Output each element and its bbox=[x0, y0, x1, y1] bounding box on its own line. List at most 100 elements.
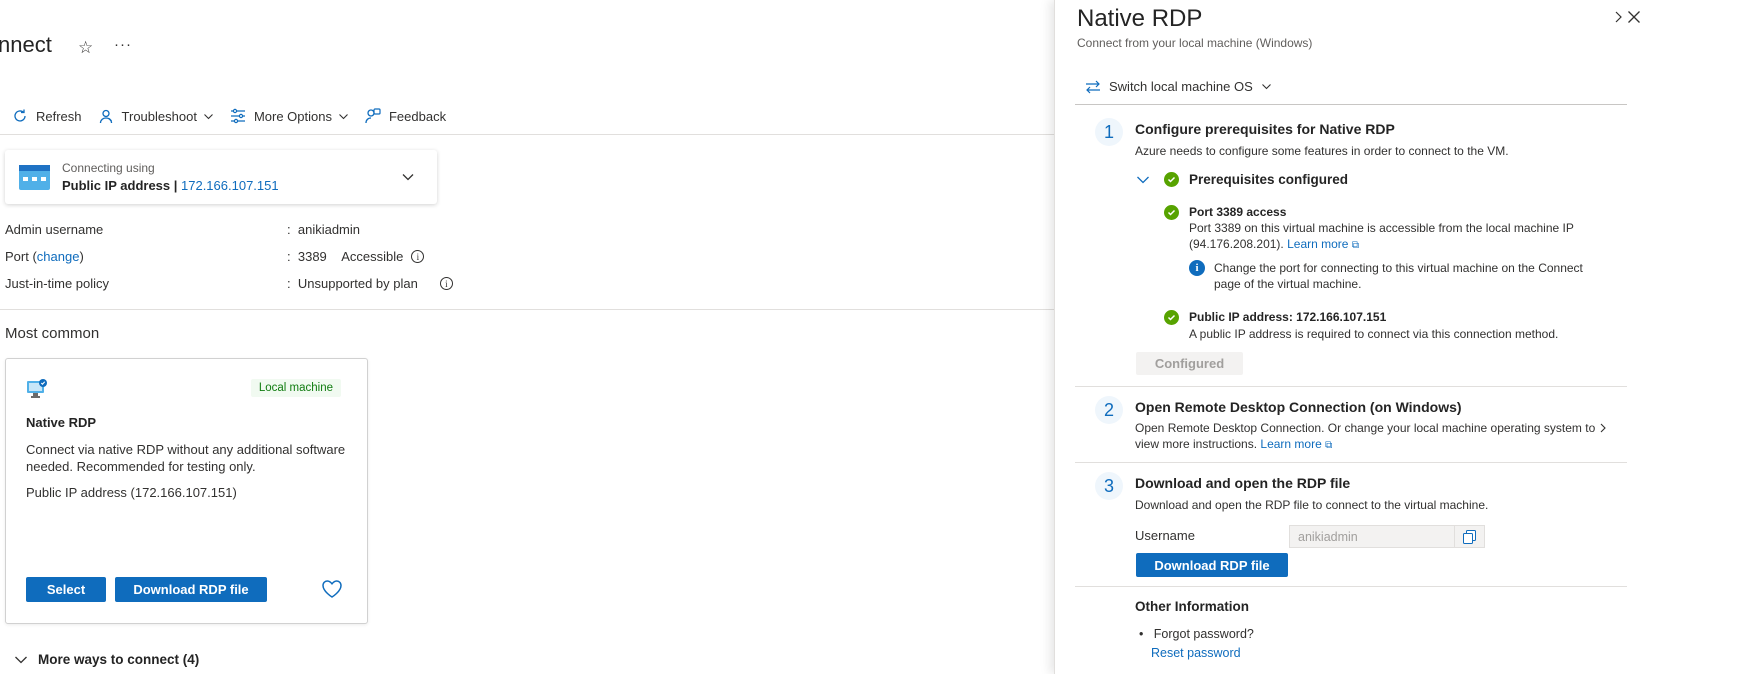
copy-button[interactable] bbox=[1454, 526, 1484, 547]
switch-os-label: Switch local machine OS bbox=[1109, 79, 1253, 94]
step-3-title: Download and open the RDP file bbox=[1135, 475, 1351, 491]
learn-more-label: Learn more bbox=[1260, 437, 1322, 451]
external-link-icon: ⧉ bbox=[1351, 240, 1359, 251]
favorite-star-icon[interactable]: ☆ bbox=[78, 38, 93, 58]
step-2-number: 2 bbox=[1095, 396, 1123, 424]
copy-icon bbox=[1463, 529, 1476, 544]
chevron-down-icon[interactable] bbox=[1136, 174, 1150, 186]
more-actions-icon[interactable]: ··· bbox=[114, 36, 132, 53]
prerequisites-header: Prerequisites configured bbox=[1189, 172, 1349, 187]
panel-divider bbox=[1075, 386, 1627, 387]
chevron-right-icon[interactable] bbox=[1600, 423, 1606, 433]
feedback-label: Feedback bbox=[388, 108, 447, 124]
step-1-number: 1 bbox=[1095, 118, 1123, 146]
port-access-desc-line1: Port 3389 on this virtual machine is acc… bbox=[1189, 221, 1574, 235]
command-toolbar: Refresh Troubleshoot More Options Feedba… bbox=[12, 104, 462, 128]
monitor-icon bbox=[27, 379, 47, 398]
more-ways-label: More ways to connect (4) bbox=[38, 652, 200, 667]
public-ip-desc: A public IP address is required to conne… bbox=[1189, 327, 1559, 341]
panel-controls bbox=[1613, 10, 1641, 24]
step-2-description-line1: Open Remote Desktop Connection. Or chang… bbox=[1135, 421, 1596, 435]
change-port-info: Change the port for connecting to this v… bbox=[1214, 261, 1583, 291]
close-icon[interactable] bbox=[1627, 10, 1641, 24]
connection-value: Public IP address | 172.166.107.151 bbox=[62, 178, 279, 193]
learn-more-label: Learn more bbox=[1287, 237, 1349, 251]
learn-more-link[interactable]: Learn more ⧉ bbox=[1260, 437, 1332, 451]
panel-divider bbox=[1075, 462, 1627, 463]
refresh-label: Refresh bbox=[36, 108, 82, 124]
chevron-down-icon bbox=[339, 113, 348, 119]
external-link-icon: ⧉ bbox=[1325, 440, 1333, 451]
username-input[interactable] bbox=[1290, 529, 1450, 544]
chevron-down-icon bbox=[204, 113, 213, 119]
card-title: Native RDP bbox=[26, 415, 97, 430]
port-number: 3389 bbox=[297, 249, 327, 264]
download-rdp-file-button[interactable]: Download RDP file bbox=[1136, 553, 1288, 577]
download-rdp-button[interactable]: Download RDP file bbox=[115, 577, 267, 602]
change-port-link[interactable]: change bbox=[37, 249, 80, 264]
most-common-heading: Most common bbox=[5, 325, 100, 342]
admin-username-text: anikiadmin bbox=[297, 222, 361, 237]
section-divider bbox=[0, 309, 1058, 310]
panel-divider bbox=[1075, 586, 1627, 587]
refresh-icon bbox=[14, 109, 26, 122]
chevron-right-icon[interactable] bbox=[1613, 10, 1623, 24]
troubleshoot-label: Troubleshoot bbox=[121, 108, 197, 124]
separator-colon: : bbox=[287, 222, 291, 237]
configured-button[interactable]: Configured bbox=[1136, 352, 1243, 375]
feedback-icon bbox=[365, 108, 381, 124]
native-rdp-card[interactable]: Local machine Native RDP Connect via nat… bbox=[5, 358, 368, 624]
step-1-title: Configure prerequisites for Native RDP bbox=[1135, 121, 1395, 137]
step-2-description-line2: view more instructions. Learn more ⧉ bbox=[1135, 436, 1332, 454]
jit-policy-label: Just-in-time policy bbox=[5, 276, 110, 291]
reset-password-link[interactable]: Reset password bbox=[1151, 646, 1241, 660]
port-label: Port (change) bbox=[5, 249, 84, 264]
switch-arrows-icon bbox=[1086, 80, 1100, 93]
success-check-icon bbox=[1164, 310, 1179, 325]
other-info-title: Other Information bbox=[1135, 599, 1249, 614]
forgot-password-item: • Forgot password? bbox=[1139, 627, 1254, 641]
learn-more-link[interactable]: Learn more ⧉ bbox=[1287, 237, 1359, 251]
settings-sliders-icon bbox=[230, 108, 245, 124]
connection-ip: 172.166.107.151 bbox=[181, 178, 279, 193]
panel-title: Native RDP bbox=[1077, 5, 1203, 32]
jit-policy-text: Unsupported by plan bbox=[297, 276, 418, 291]
select-button[interactable]: Select bbox=[26, 577, 106, 602]
panel-subtitle: Connect from your local machine (Windows… bbox=[1077, 36, 1313, 50]
troubleshoot-button[interactable]: Troubleshoot bbox=[98, 108, 214, 124]
switch-os-button[interactable]: Switch local machine OS bbox=[1085, 79, 1272, 94]
feedback-button[interactable]: Feedback bbox=[365, 108, 446, 124]
info-icon[interactable]: i bbox=[439, 277, 453, 290]
separator-colon: : bbox=[287, 249, 291, 264]
info-icon[interactable]: i bbox=[411, 250, 425, 263]
chevron-down-icon bbox=[1261, 84, 1271, 90]
card-ip-text: Public IP address (172.166.107.151) bbox=[26, 485, 237, 500]
admin-username-value: : anikiadmin bbox=[287, 222, 360, 237]
port-status: Accessible bbox=[341, 249, 404, 264]
forgot-password-text: Forgot password? bbox=[1153, 627, 1254, 641]
username-field[interactable] bbox=[1289, 525, 1485, 548]
info-icon: i bbox=[1189, 260, 1205, 276]
port-access-title: Port 3389 access bbox=[1189, 205, 1287, 219]
page-title: nnect bbox=[0, 32, 52, 57]
connection-method-dropdown[interactable]: Connecting using Public IP address | 172… bbox=[5, 150, 437, 204]
connection-label: Connecting using bbox=[62, 161, 155, 175]
step-1-description: Azure needs to configure some features i… bbox=[1135, 144, 1509, 158]
port-value: : 3389 Accessible i bbox=[287, 249, 425, 264]
success-check-icon bbox=[1164, 172, 1179, 187]
step-3-description: Download and open the RDP file to connec… bbox=[1135, 498, 1489, 512]
refresh-button[interactable]: Refresh bbox=[12, 108, 82, 124]
port-label-prefix: Port ( bbox=[5, 249, 37, 264]
chevron-down-icon bbox=[15, 656, 27, 663]
favorite-heart-icon[interactable] bbox=[321, 579, 343, 599]
port-access-desc-line2: (94.176.208.201). Learn more ⧉ bbox=[1189, 236, 1359, 254]
port-label-suffix: ) bbox=[79, 249, 84, 264]
public-ip-icon bbox=[19, 164, 50, 190]
troubleshoot-icon bbox=[99, 109, 112, 124]
more-options-button[interactable]: More Options bbox=[230, 108, 349, 124]
native-rdp-panel: Native RDP Connect from your local machi… bbox=[1054, 0, 1742, 674]
connection-value-prefix: Public IP address | bbox=[62, 178, 181, 193]
more-ways-toggle[interactable]: More ways to connect (4) bbox=[14, 652, 199, 667]
chevron-down-icon bbox=[402, 174, 414, 181]
local-machine-badge: Local machine bbox=[250, 379, 341, 397]
